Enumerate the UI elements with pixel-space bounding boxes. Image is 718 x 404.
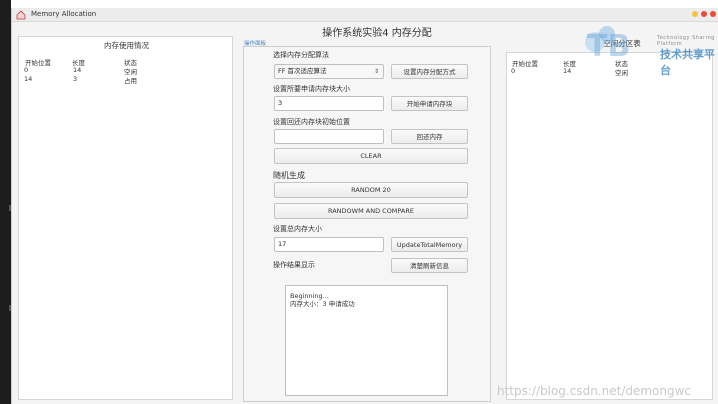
- request-size-label: 设置所要申请内存块大小: [273, 85, 350, 93]
- allocate-button[interactable]: 开始申请内存块: [391, 96, 468, 111]
- cell-status: 占用: [124, 77, 137, 85]
- random-20-button[interactable]: RANDOM 20: [274, 182, 468, 198]
- cell-length: 14: [73, 66, 82, 74]
- watermark-brand: 技术共享平台: [660, 48, 715, 77]
- cell-length: 14: [563, 67, 572, 75]
- screen-edge-left: [0, 0, 11, 404]
- algorithm-select-value: FF 首次适应算法: [278, 67, 327, 75]
- result-label: 操作结果显示: [273, 261, 315, 269]
- random-compare-button[interactable]: RANDOWM AND COMPARE: [274, 203, 468, 219]
- app-window: Memory Allocation 操作系统实验4 内存分配 内存使用情况 开始…: [11, 8, 718, 404]
- cell-status: 空闲: [615, 69, 628, 77]
- request-size-input[interactable]: 3: [274, 96, 384, 111]
- column-header-start: 开始位置: [25, 59, 51, 67]
- result-line: Beginning...: [290, 292, 329, 300]
- watermark-url: https://blog.csdn.net/demongwc: [497, 384, 692, 398]
- memory-usage-panel: 内存使用情况 开始位置 长度 状态 0 14 空闲 14 3 占用: [18, 36, 233, 400]
- app-icon: [16, 10, 26, 20]
- result-line: 内存大小：3 申请成功: [290, 300, 355, 308]
- algorithm-label: 选择内存分配算法: [273, 51, 329, 59]
- update-total-memory-button[interactable]: UpdateTotalMemory: [391, 237, 468, 252]
- window-title: Memory Allocation: [31, 10, 97, 18]
- close-button[interactable]: [710, 11, 716, 17]
- maximize-button[interactable]: [701, 11, 707, 17]
- set-algorithm-button[interactable]: 设置内存分配方式: [391, 64, 468, 79]
- reclaim-label: 设置回还内存块初始位置: [273, 118, 350, 126]
- column-header-start: 开始位置: [512, 60, 538, 68]
- svg-text:TB: TB: [587, 29, 630, 62]
- random-label: 随机生成: [273, 171, 305, 180]
- reclaim-position-input[interactable]: [274, 129, 384, 144]
- cell-start: 14: [24, 75, 33, 83]
- reclaim-button[interactable]: 回还内存: [391, 129, 468, 144]
- cell-start: 0: [24, 66, 29, 74]
- cell-length: 3: [73, 75, 78, 83]
- minimize-button[interactable]: [692, 11, 698, 17]
- select-arrow-icon: ⇕: [373, 68, 379, 75]
- cell-start: 0: [511, 67, 516, 75]
- result-textarea[interactable]: Beginning... 内存大小：3 申请成功: [285, 285, 448, 396]
- algorithm-select[interactable]: FF 首次适应算法 ⇕: [274, 64, 384, 79]
- operations-panel: 选择内存分配算法 FF 首次适应算法 ⇕ 设置内存分配方式 设置所要申请内存块大…: [243, 46, 491, 402]
- clear-button[interactable]: CLEAR: [274, 148, 468, 164]
- total-memory-input[interactable]: 17: [274, 237, 384, 252]
- clear-info-button[interactable]: 清楚刷新信息: [391, 258, 468, 273]
- total-memory-label: 设置总内存大小: [273, 225, 322, 233]
- free-partition-panel: 开始位置 长度 状态 0 14 空闲: [506, 52, 713, 400]
- page-title: 操作系统实验4 内存分配: [322, 28, 432, 39]
- memory-usage-title: 内存使用情况: [104, 41, 149, 50]
